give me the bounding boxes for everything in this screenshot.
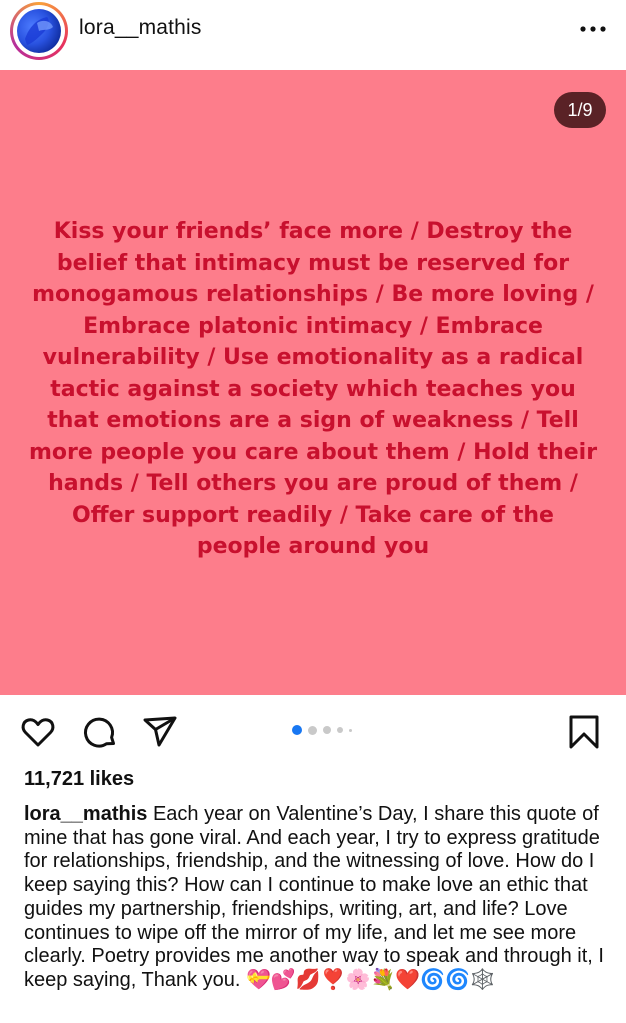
avatar-border — [13, 5, 65, 57]
carousel-dot — [337, 727, 343, 733]
post-username[interactable]: lora__mathis — [79, 16, 202, 40]
carousel-counter: 1/9 — [554, 92, 606, 128]
quote-text: Kiss your friends’ face more / Destroy t… — [28, 219, 598, 559]
avatar[interactable] — [10, 2, 68, 60]
action-bar — [0, 696, 626, 766]
caption-username[interactable]: lora__mathis — [24, 803, 147, 825]
heart-icon[interactable] — [20, 714, 56, 750]
share-icon[interactable] — [142, 714, 178, 750]
avatar-image — [17, 9, 61, 53]
carousel-dots — [292, 725, 352, 735]
carousel-dot — [349, 728, 352, 732]
carousel-dot-active — [292, 725, 302, 735]
post-header: lora__mathis — [0, 0, 626, 70]
post-image[interactable]: 1/9 Kiss your friends’ face more / Destr… — [0, 70, 626, 695]
carousel-dot — [308, 725, 317, 735]
post-caption: lora__mathis Each year on Valentine’s Da… — [24, 803, 604, 993]
avatar-figure-icon — [25, 17, 53, 45]
bookmark-icon[interactable] — [566, 714, 602, 750]
comment-icon[interactable] — [82, 714, 118, 750]
likes-count[interactable]: 11,721 likes — [24, 768, 134, 791]
carousel-dot — [323, 726, 331, 734]
more-options-icon[interactable] — [578, 14, 608, 44]
caption-text: Each year on Valentine’s Day, I share th… — [24, 803, 604, 991]
